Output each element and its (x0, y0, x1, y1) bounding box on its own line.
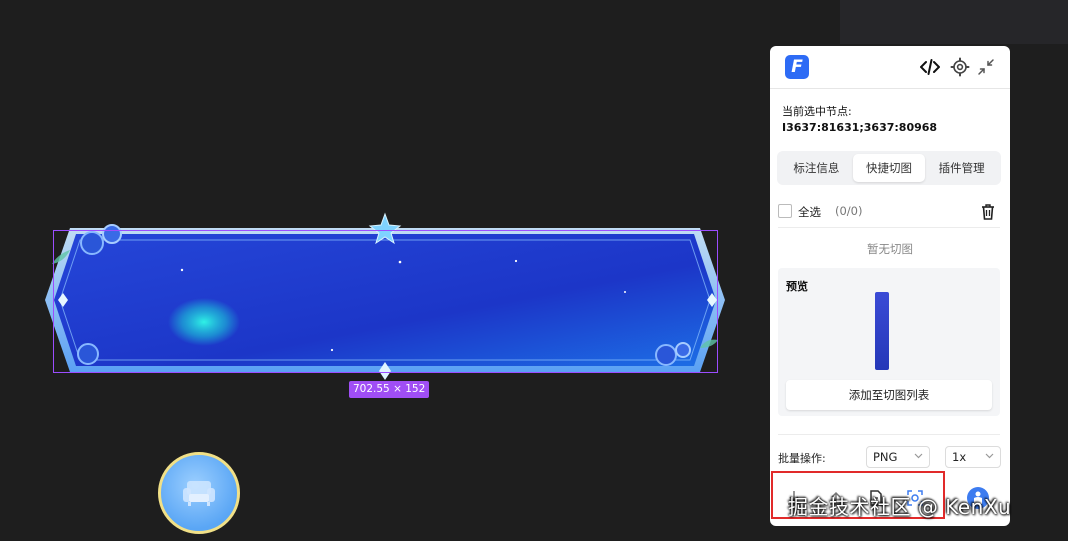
plugin-panel: F 当前选中节点: I3637:81631;3637:80968 标注信息 快捷… (770, 46, 1010, 526)
select-all-row: 全选 (0/0) (778, 203, 1000, 223)
code-icon[interactable] (920, 57, 940, 77)
empty-slices-text: 暂无切图 (867, 242, 913, 256)
watermark: 掘金技术社区 @ KenXu (788, 495, 1012, 519)
toolbar-shade (840, 0, 1068, 44)
tab-plugin-management[interactable]: 插件管理 (925, 154, 998, 182)
preview-box: 预览 添加至切图列表 (778, 268, 1000, 416)
collapse-icon[interactable] (976, 57, 996, 77)
batch-operations-row: 批量操作: PNG 1x (778, 446, 1004, 470)
divider (778, 227, 1000, 228)
tab-bar: 标注信息 快捷切图 插件管理 (777, 151, 1001, 185)
preview-title: 预览 (786, 280, 808, 293)
selection-size-badge: 702.55 × 152 (349, 381, 430, 398)
format-value: PNG (873, 450, 898, 464)
batch-label: 批量操作: (778, 452, 826, 465)
add-to-slice-list-button[interactable]: 添加至切图列表 (786, 380, 992, 410)
sofa-icon (183, 481, 215, 506)
select-all-count: (0/0) (835, 204, 863, 218)
preview-thumbnail (875, 292, 889, 370)
tab-annotation-info[interactable]: 标注信息 (780, 154, 853, 182)
select-all-checkbox[interactable] (778, 204, 792, 218)
scale-value: 1x (952, 450, 967, 464)
selection-box[interactable] (53, 230, 718, 373)
panel-header: F (770, 46, 1010, 89)
chevron-down-icon (914, 453, 923, 459)
trash-icon[interactable] (980, 203, 996, 221)
chevron-down-icon (985, 453, 994, 459)
plugin-logo: F (785, 55, 809, 79)
format-select[interactable]: PNG (866, 446, 930, 468)
select-all-label[interactable]: 全选 (798, 204, 821, 220)
node-id: I3637:81631;3637:80968 (782, 121, 938, 134)
node-label: 当前选中节点: (782, 105, 852, 118)
tab-quick-slice[interactable]: 快捷切图 (852, 154, 926, 182)
gear-icon[interactable] (950, 57, 970, 77)
scale-select[interactable]: 1x (945, 446, 1001, 468)
floating-action-button[interactable] (158, 452, 240, 534)
node-info: 当前选中节点: I3637:81631;3637:80968 (782, 104, 937, 136)
divider (778, 434, 1000, 435)
